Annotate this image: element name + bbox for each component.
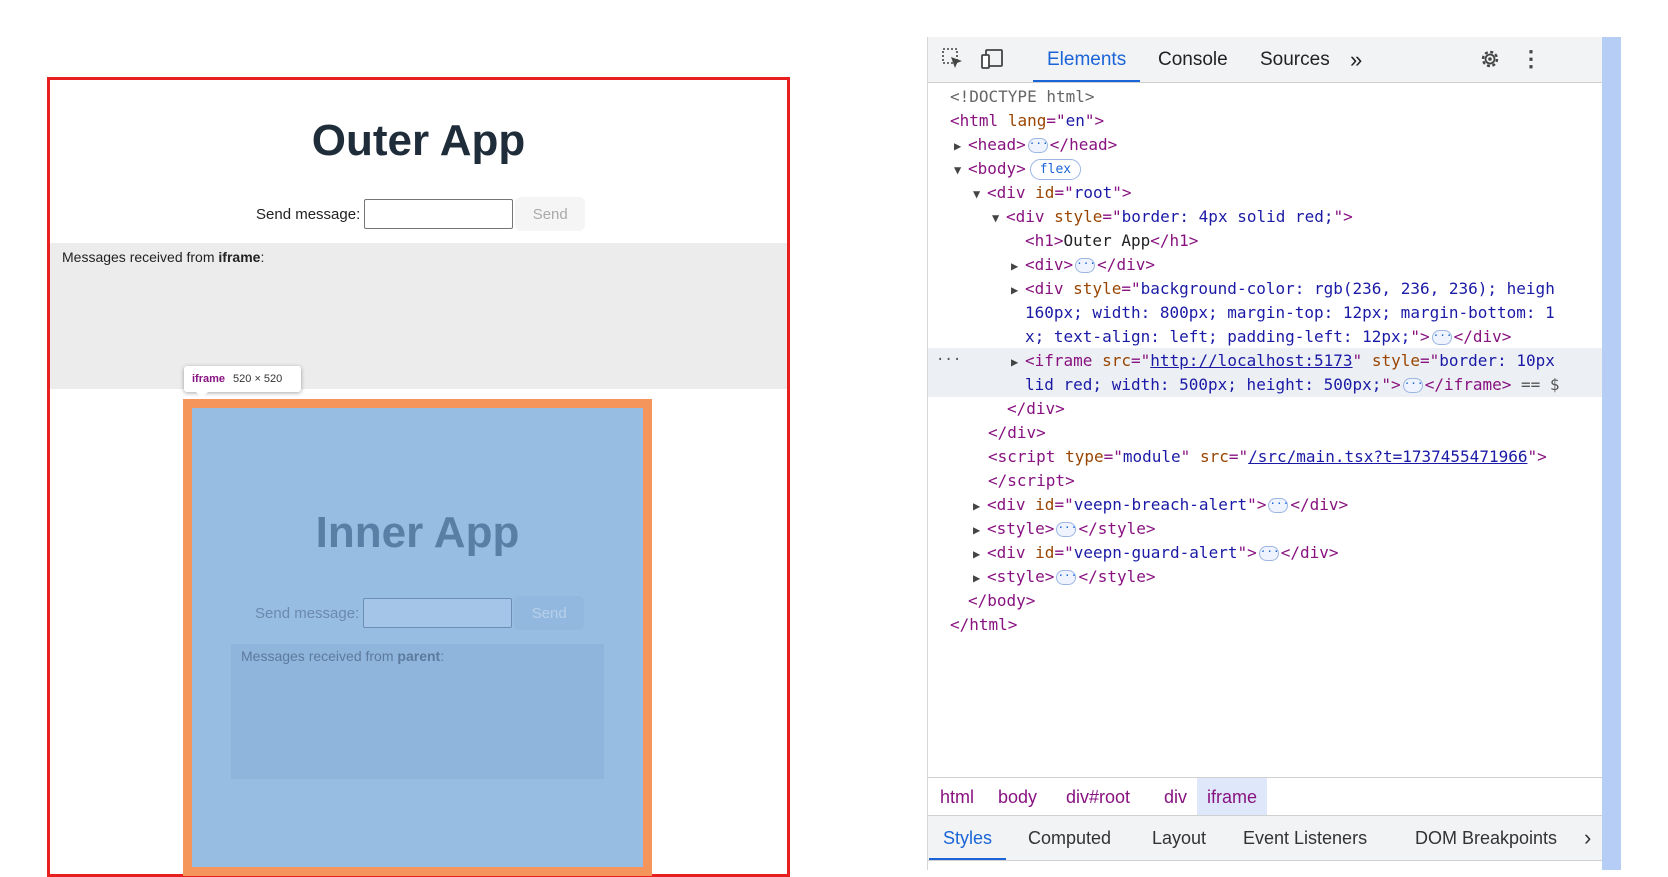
ellipsis-icon[interactable]: ··· — [1027, 138, 1049, 153]
inspect-element-icon[interactable] — [940, 46, 966, 72]
inner-messages-heading: Messages received from parent: — [241, 648, 445, 664]
ellipsis-icon[interactable]: ··· — [1258, 546, 1280, 561]
dom-node-styled-div-cont: 160px; width: 800px; margin-top: 12px; m… — [1025, 303, 1555, 322]
breadcrumb-html[interactable]: html — [930, 778, 984, 816]
tab-computed[interactable]: Computed — [1028, 816, 1111, 860]
inner-app-title: Inner App — [315, 508, 520, 557]
tab-sources[interactable]: Sources — [1260, 37, 1330, 82]
dom-node-breach-alert[interactable]: ▶ <div id="veepn-breach-alert"> ···</div> — [928, 492, 1603, 517]
dom-node-root-div[interactable]: ▼ <div id="root"> — [928, 180, 1603, 205]
iframe-content: Inner App Send message: Send Messages re… — [192, 408, 643, 867]
tooltip-tag-name: iframe — [192, 373, 226, 385]
dom-node-styled-div[interactable]: ▶ <div style="background-color: rgb(236, … — [928, 276, 1603, 301]
ellipsis-icon[interactable]: ··· — [1268, 498, 1289, 513]
messages-source-parent: parent — [397, 648, 441, 664]
iframe-src-link[interactable]: http://localhost:5173 — [1150, 351, 1352, 370]
breadcrumb-div[interactable]: div — [1154, 778, 1197, 816]
inner-send-button[interactable]: Send — [514, 596, 585, 630]
breadcrumb-iframe[interactable]: iframe — [1197, 778, 1268, 816]
devtools-panel: Elements Console Sources » ⋮ <!DOCTYPE h… — [927, 37, 1603, 870]
inner-messages-panel: Messages received from parent: — [231, 644, 604, 779]
dom-node-h1[interactable]: <h1>Outer App</h1> — [928, 228, 1603, 253]
outer-app-title: Outer App — [311, 116, 526, 165]
gutter-more-icon[interactable]: ··· — [936, 348, 961, 373]
ellipsis-icon[interactable]: ··· — [1431, 330, 1452, 345]
dom-node-head[interactable]: ▶ <head> ···</head> — [928, 132, 1603, 157]
tab-styles[interactable]: Styles — [928, 816, 1007, 860]
dom-node-style[interactable]: ▶ <style> ···</style> — [928, 516, 1603, 541]
tooltip-dimensions: 520 × 520 — [233, 373, 283, 385]
outer-messages-heading: Messages received from iframe: — [62, 249, 265, 265]
outer-messages-panel: Messages received from iframe: — [50, 243, 787, 389]
ellipsis-icon[interactable]: ··· — [1075, 258, 1096, 273]
dom-node-div[interactable]: ▶ <div> ···</div> — [928, 252, 1603, 277]
tab-dom-breakpoints[interactable]: DOM Breakpoints — [1415, 816, 1557, 860]
dom-node-styled-div-cont: x; text-align: left; padding-left: 12px;… — [1025, 327, 1512, 346]
tab-event-listeners[interactable]: Event Listeners — [1243, 816, 1367, 860]
kebab-menu-icon[interactable]: ⋮ — [1518, 46, 1544, 72]
script-src-link[interactable]: /src/main.tsx?t=1737455471966 — [1248, 447, 1527, 466]
dom-tree: <!DOCTYPE html> <html lang="en"> ▶ <head>… — [928, 84, 1603, 824]
dom-node-doctype[interactable]: <!DOCTYPE html> — [928, 84, 1603, 109]
dom-node-html[interactable]: <html lang="en"> — [928, 108, 1603, 133]
device-toolbar-icon[interactable] — [980, 46, 1006, 72]
ellipsis-icon[interactable]: ··· — [1056, 570, 1077, 585]
iframe-inspect-tooltip: iframe 520 × 520 — [184, 366, 301, 392]
ellipsis-icon[interactable]: ··· — [1402, 378, 1424, 393]
breadcrumb-body[interactable]: body — [988, 778, 1047, 816]
outer-send-button[interactable]: Send — [515, 197, 586, 231]
more-tabs-chevron-icon[interactable]: › — [1584, 816, 1591, 860]
inner-send-message-label: Send message: — [255, 604, 360, 622]
dom-node-close-div[interactable]: </div> — [928, 420, 1603, 445]
dom-node-iframe-cont: lid red; width: 500px; height: 500px;"> ·… — [928, 372, 1603, 397]
inner-message-input[interactable] — [363, 598, 513, 628]
breadcrumb: html body div#root div iframe — [928, 777, 1603, 816]
dom-node-close-div[interactable]: </div> — [928, 396, 1603, 421]
ellipsis-icon[interactable]: ··· — [1056, 522, 1077, 537]
dom-node-script-close: </script> — [988, 471, 1075, 490]
devtools-resize-strip[interactable] — [1602, 37, 1621, 870]
iframe-highlight[interactable]: Inner App Send message: Send Messages re… — [183, 399, 652, 876]
outer-send-row: Send message: Send — [256, 197, 586, 231]
tooltip-arrow — [195, 391, 209, 398]
outer-message-input[interactable] — [364, 199, 514, 229]
styles-pane-tabs: Styles Computed Layout Event Listeners D… — [928, 815, 1603, 861]
gear-icon[interactable] — [1477, 46, 1503, 72]
tab-layout[interactable]: Layout — [1152, 816, 1206, 860]
dom-node-close-html[interactable]: </html> — [928, 612, 1603, 637]
send-message-label: Send message: — [256, 205, 361, 223]
dom-node-style[interactable]: ▶ <style> ···</style> — [928, 564, 1603, 589]
dom-node-guard-alert[interactable]: ▶ <div id="veepn-guard-alert"> ···</div> — [928, 540, 1603, 565]
more-tabs-chevron-icon[interactable]: » — [1350, 37, 1362, 82]
inner-send-row: Send message: Send — [255, 596, 585, 630]
devtools-toolbar: Elements Console Sources » ⋮ — [928, 37, 1603, 83]
breadcrumb-div-root[interactable]: div#root — [1056, 778, 1140, 816]
dom-node-close-body[interactable]: </body> — [928, 588, 1603, 613]
dom-node-outer-div[interactable]: ▼ <div style="border: 4px solid red;"> — [928, 204, 1603, 229]
dom-node-iframe-selected[interactable]: ··· ▶ <iframe src="http://localhost:5173"… — [928, 348, 1603, 373]
dom-node-script[interactable]: <script type="module" src="/src/main.tsx… — [928, 444, 1603, 469]
flex-badge[interactable]: flex — [1029, 159, 1082, 180]
dom-node-body[interactable]: ▼ <body> flex — [928, 156, 1603, 181]
messages-source-iframe: iframe — [218, 249, 261, 265]
tab-console[interactable]: Console — [1158, 37, 1228, 82]
tab-elements[interactable]: Elements — [1032, 37, 1141, 82]
